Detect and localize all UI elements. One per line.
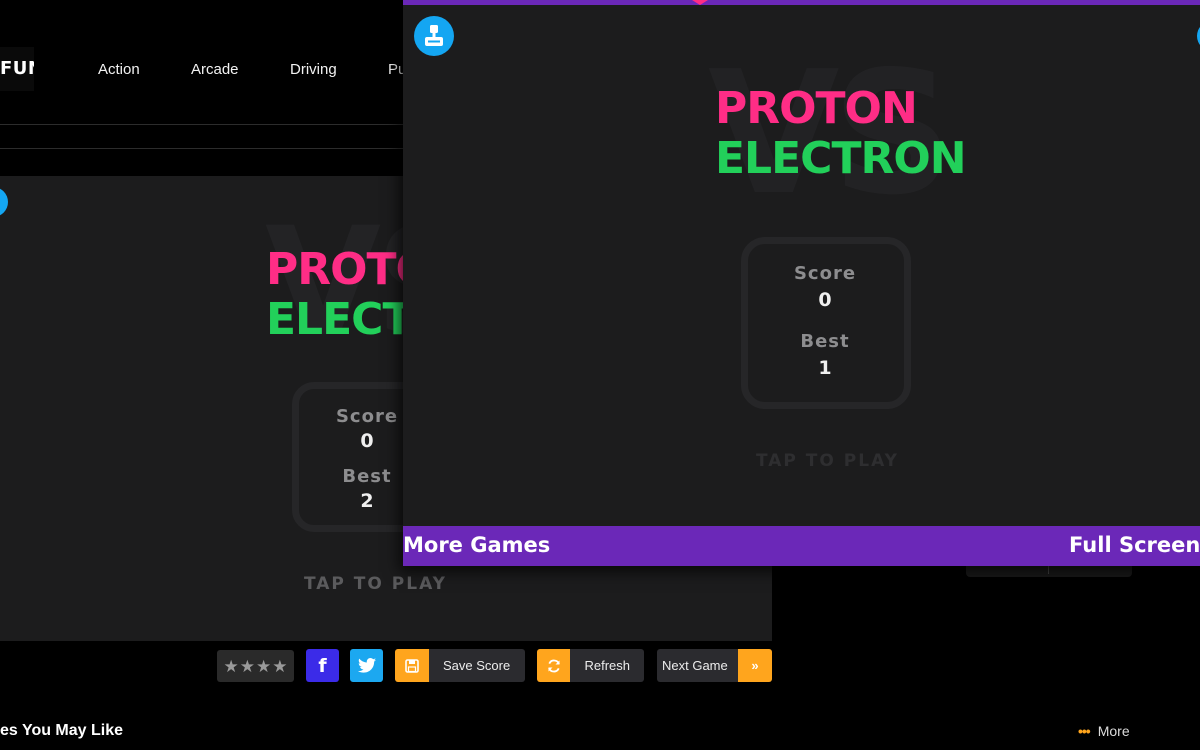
best-value: 2: [360, 490, 374, 512]
best-label: Best: [800, 331, 850, 352]
score-value: 0: [360, 430, 374, 452]
section-title: es You May Like: [0, 722, 124, 739]
twitter-icon: [357, 658, 376, 673]
more-label: More: [1097, 723, 1130, 739]
save-score-button[interactable]: Save Score: [395, 649, 525, 682]
nav-item-driving[interactable]: Driving: [290, 61, 337, 78]
title-proton: PROTON: [715, 83, 918, 134]
nav-item-action[interactable]: Action: [98, 61, 140, 78]
refresh-label: Refresh: [584, 658, 630, 673]
divider: [0, 124, 405, 125]
title-electron: ELECTRON: [715, 133, 967, 184]
game-badge-button[interactable]: [414, 16, 454, 56]
facebook-icon: f: [318, 654, 327, 677]
best-value: 1: [818, 357, 832, 379]
tap-to-play[interactable]: TAP TO PLAY: [304, 574, 447, 594]
save-score-label: Save Score: [443, 658, 511, 673]
score-label: Score: [335, 406, 399, 427]
star-icon[interactable]: ★: [256, 658, 271, 675]
next-game-label: Next Game: [662, 658, 728, 673]
star-icon[interactable]: ★: [240, 658, 255, 675]
twitter-share-button[interactable]: [350, 649, 383, 682]
joystick-icon: [425, 25, 443, 46]
badge-icon: [0, 187, 8, 217]
score-label: Score: [793, 263, 857, 284]
score-value: 0: [818, 289, 832, 311]
star-icon[interactable]: ★: [272, 658, 287, 675]
more-games-link[interactable]: More Games: [403, 533, 550, 557]
site-logo[interactable]: FUN: [0, 47, 34, 91]
refresh-icon: [537, 649, 571, 682]
game-canvas[interactable]: VS PROTON ELECTRON Score 0 Best 1 TAP TO…: [403, 5, 1200, 526]
best-label: Best: [342, 466, 392, 487]
next-game-button[interactable]: Next Game »: [657, 649, 772, 682]
refresh-button[interactable]: Refresh: [537, 649, 644, 682]
full-screen-link[interactable]: Full Screen: [1069, 533, 1200, 557]
more-link[interactable]: ••• More: [1078, 723, 1130, 739]
game-window: VS PROTON ELECTRON Score 0 Best 1 TAP TO…: [403, 0, 1200, 566]
dots-icon: •••: [1078, 723, 1091, 739]
star-rating[interactable]: ★ ★ ★ ★: [217, 650, 294, 682]
nav-item-arcade[interactable]: Arcade: [191, 61, 239, 78]
star-icon[interactable]: ★: [224, 658, 239, 675]
facebook-share-button[interactable]: f: [306, 649, 339, 682]
floppy-disk-icon: [395, 649, 429, 682]
double-chevron-right-icon: »: [738, 649, 772, 682]
tap-to-play[interactable]: TAP TO PLAY: [756, 451, 899, 471]
divider: [0, 148, 405, 149]
bottom-bar: More Games Full Screen: [403, 526, 1200, 566]
